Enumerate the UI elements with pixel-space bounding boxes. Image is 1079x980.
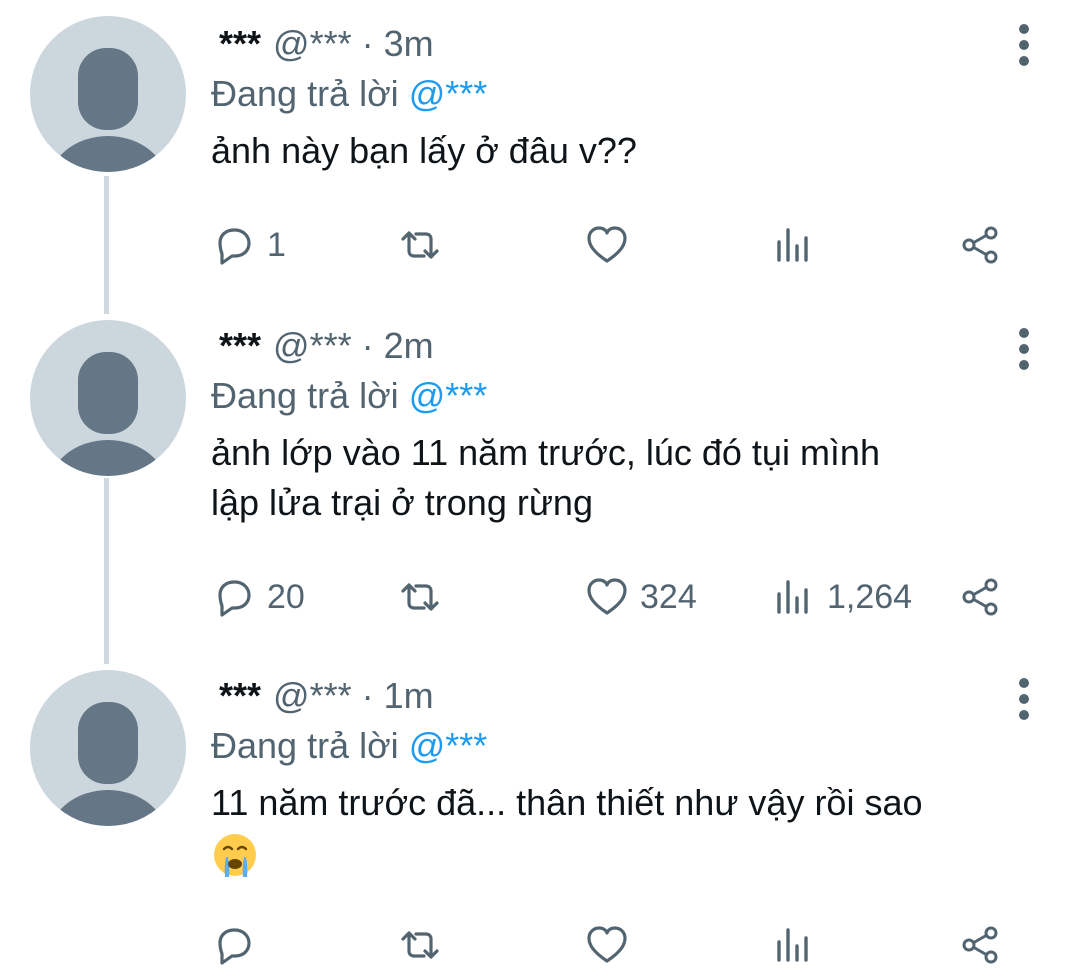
retweet-button[interactable]	[397, 220, 443, 270]
like-button[interactable]: 324	[584, 572, 697, 622]
heart-icon	[587, 226, 627, 263]
share-icon	[962, 926, 998, 964]
retweet-button[interactable]	[397, 920, 443, 970]
like-count: 324	[640, 577, 697, 616]
mention-link[interactable]: @***	[409, 375, 488, 416]
reply-button[interactable]	[211, 920, 267, 970]
reply-count: 20	[267, 577, 305, 616]
replying-to: Đang trả lời @***	[211, 374, 1039, 418]
share-button[interactable]	[957, 572, 1003, 622]
views-icon	[777, 580, 808, 614]
replying-to: Đang trả lời @***	[211, 724, 1039, 768]
tweet-header: *** @*** · 3m	[211, 22, 1039, 66]
like-button[interactable]	[584, 920, 640, 970]
tweet-header: *** @*** · 1m	[211, 674, 1039, 718]
reply-button[interactable]: 20	[211, 572, 305, 622]
timestamp[interactable]: · 2m	[362, 325, 434, 366]
replying-to: Đang trả lời @***	[211, 72, 1039, 116]
retweet-icon	[401, 583, 439, 611]
default-avatar-icon	[50, 702, 166, 826]
replying-prefix: Đang trả lời	[211, 725, 399, 766]
tweet-text-content: 11 năm trước đã... thân thiết như vậy rồ…	[211, 782, 923, 823]
replying-prefix: Đang trả lời	[211, 73, 399, 114]
action-bar	[211, 920, 1011, 970]
views-icon	[777, 228, 808, 262]
mention-link[interactable]: @***	[409, 725, 488, 766]
user-name[interactable]: ***	[219, 23, 261, 64]
view-count: 1,264	[827, 577, 913, 616]
share-button[interactable]	[957, 920, 1003, 970]
views-icon	[777, 928, 808, 962]
tweet-text: ảnh lớp vào 11 năm trước, lúc đó tụi mìn…	[211, 432, 880, 523]
timestamp[interactable]: · 1m	[362, 675, 434, 716]
default-avatar-icon	[50, 48, 166, 172]
reply-icon	[218, 228, 251, 265]
heart-icon	[587, 926, 627, 963]
reply-icon	[218, 580, 251, 617]
tweet[interactable]: *** @*** · 2m Đang trả lời @*** ảnh lớp v…	[0, 300, 1079, 650]
user-name[interactable]: ***	[219, 325, 261, 366]
avatar[interactable]	[30, 16, 186, 172]
tweet-text: 11 năm trước đã... thân thiết như vậy rồ…	[211, 778, 1039, 879]
more-options-icon[interactable]	[1017, 328, 1031, 370]
views-button[interactable]	[771, 920, 827, 970]
user-handle[interactable]: @***	[273, 23, 352, 64]
tweet-header: *** @*** · 2m	[211, 324, 1039, 368]
share-button[interactable]	[957, 220, 1003, 270]
tweet[interactable]: *** @*** · 3m Đang trả lời @*** ảnh này b…	[0, 0, 1079, 300]
reply-icon	[218, 928, 251, 965]
more-options-icon[interactable]	[1017, 24, 1031, 66]
retweet-button[interactable]	[397, 572, 443, 622]
retweet-icon	[401, 931, 439, 959]
share-icon	[962, 578, 998, 616]
avatar[interactable]	[30, 320, 186, 476]
tweet[interactable]: *** @*** · 1m Đang trả lời @*** 11 năm tr…	[0, 650, 1079, 980]
reply-button[interactable]: 1	[211, 220, 286, 270]
heart-icon	[587, 578, 627, 615]
replying-prefix: Đang trả lời	[211, 375, 399, 416]
action-bar: 1	[211, 220, 1011, 270]
default-avatar-icon	[50, 352, 166, 476]
like-button[interactable]	[584, 220, 640, 270]
share-icon	[962, 226, 998, 264]
retweet-icon	[401, 231, 439, 259]
avatar[interactable]	[30, 670, 186, 826]
tweet-text: ảnh này bạn lấy ở đâu v??	[211, 130, 637, 171]
action-bar: 20 324 1,264	[211, 572, 1011, 622]
user-handle[interactable]: @***	[273, 675, 352, 716]
reply-count: 1	[267, 225, 286, 264]
more-options-icon[interactable]	[1017, 678, 1031, 720]
views-button[interactable]: 1,264	[771, 572, 912, 622]
loudly-crying-face-icon	[214, 834, 256, 878]
mention-link[interactable]: @***	[409, 73, 488, 114]
timestamp[interactable]: · 3m	[362, 23, 434, 64]
views-button[interactable]	[771, 220, 827, 270]
user-name[interactable]: ***	[219, 675, 261, 716]
user-handle[interactable]: @***	[273, 325, 352, 366]
